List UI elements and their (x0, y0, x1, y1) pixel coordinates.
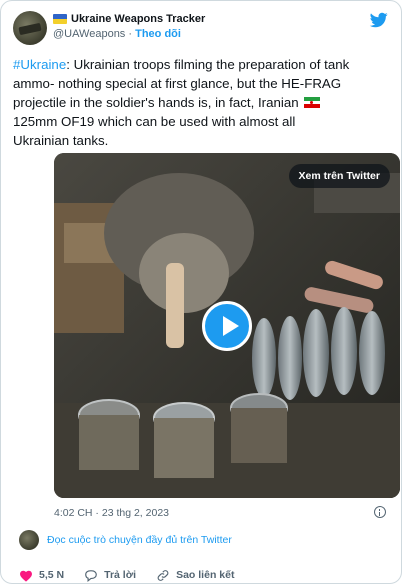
tweet-card: Ukraine Weapons Tracker @UAWeapons · The… (0, 0, 402, 584)
likes-count: 5,5 N (39, 569, 65, 581)
ukraine-flag-icon (53, 14, 67, 24)
link-icon (157, 569, 169, 581)
tweet-header: Ukraine Weapons Tracker @UAWeapons · The… (13, 11, 389, 51)
tweet-text: #Ukraine: Ukrainian troops filming the p… (13, 55, 353, 150)
reply-label: Trả lời (104, 569, 137, 581)
tweet-actions: 5,5 N Trả lời Sao liên kết (19, 567, 254, 583)
copy-link-label: Sao liên kết (176, 569, 235, 581)
copy-link-button[interactable]: Sao liên kết (156, 569, 234, 582)
watch-on-twitter-button[interactable]: Xem trên Twitter (288, 164, 390, 188)
like-button[interactable]: 5,5 N (19, 569, 64, 582)
follow-button[interactable]: Theo dõi (135, 28, 181, 40)
author-display-name[interactable]: Ukraine Weapons Tracker (71, 13, 205, 25)
iran-flag-icon (304, 97, 321, 108)
author-avatar[interactable] (13, 11, 47, 45)
video-thumbnail[interactable]: Xem trên Twitter (54, 153, 400, 498)
tweet-timestamp[interactable]: 4:02 CH · 23 thg 2, 2023 (54, 507, 169, 519)
author-handle[interactable]: @UAWeapons (53, 28, 125, 40)
tweet-text-part2: 125mm OF19 which can be used with almost… (13, 114, 296, 148)
heart-icon (20, 570, 32, 582)
reply-bubble-icon (85, 569, 97, 582)
info-icon[interactable] (374, 506, 386, 518)
twitter-bird-icon[interactable] (369, 11, 389, 29)
handle-separator: · (128, 28, 133, 40)
thread-avatar (19, 530, 39, 550)
play-icon[interactable] (202, 301, 252, 351)
hashtag-link[interactable]: #Ukraine (13, 57, 66, 72)
author-handle-row: @UAWeapons · Theo dõi (53, 28, 181, 40)
author-name-row[interactable]: Ukraine Weapons Tracker (53, 13, 205, 25)
read-full-conversation-link[interactable]: Đọc cuộc trò chuyện đầy đủ trên Twitter (47, 534, 232, 546)
read-thread-row[interactable]: Đọc cuộc trò chuyện đầy đủ trên Twitter (19, 528, 232, 552)
reply-button[interactable]: Trả lời (84, 569, 136, 582)
